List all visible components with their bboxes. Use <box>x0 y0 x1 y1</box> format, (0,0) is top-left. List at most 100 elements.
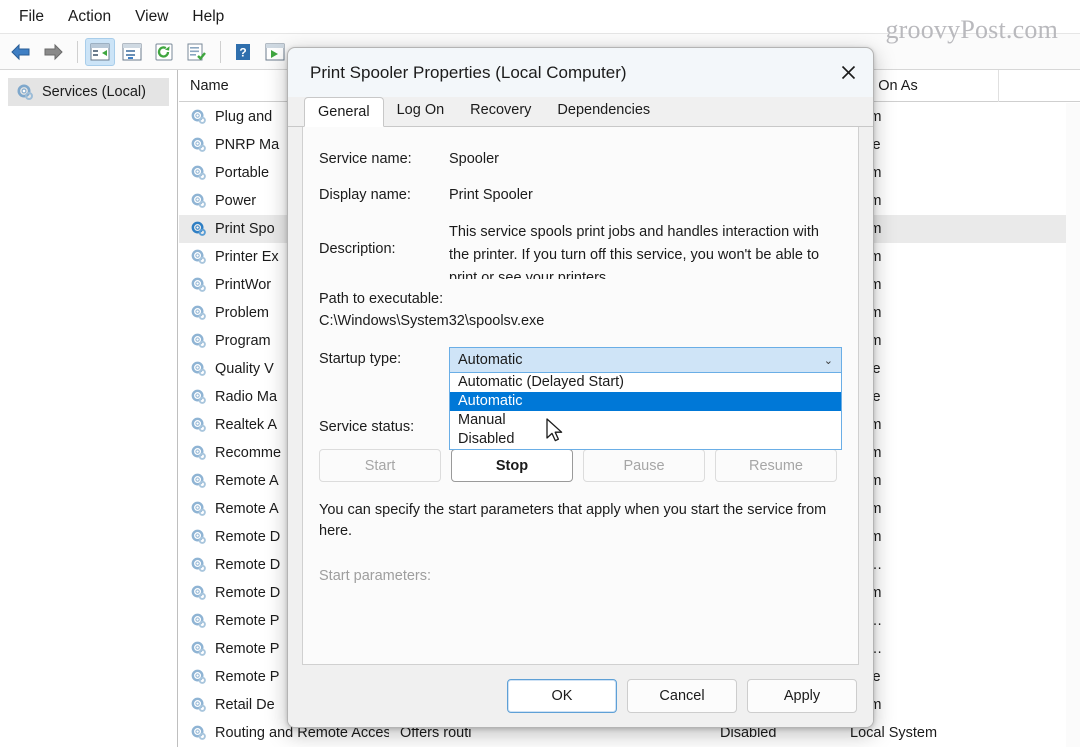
export-list-icon[interactable] <box>181 38 211 66</box>
service-gear-icon <box>190 584 208 602</box>
service-gear-icon <box>190 220 208 238</box>
service-gear-icon <box>190 332 208 350</box>
startup-type-combobox[interactable]: Automatic ⌄ <box>449 347 842 373</box>
startup-type-option[interactable]: Manual <box>450 411 841 430</box>
vertical-scrollbar[interactable] <box>1066 103 1080 747</box>
menu-action[interactable]: Action <box>57 4 122 30</box>
sidebar-item-services-local[interactable]: Services (Local) <box>8 78 169 106</box>
display-name-row: Display name: Print Spooler <box>303 187 858 203</box>
dialog-tab-strip: General Log On Recovery Dependencies <box>288 97 873 127</box>
service-status-label: Service status: <box>319 419 415 435</box>
startup-type-row: Startup type: Automatic ⌄ Automatic (Del… <box>303 347 858 450</box>
service-name-text: Remote A <box>215 501 279 517</box>
path-to-executable-value: C:\Windows\System32\spoolsv.exe <box>319 313 545 329</box>
startup-type-option[interactable]: Automatic <box>450 392 841 411</box>
service-gear-icon <box>190 444 208 462</box>
service-name-text: Remote D <box>215 557 281 573</box>
description-row: Description: This service spools print j… <box>303 221 858 279</box>
forward-arrow-icon[interactable] <box>38 38 68 66</box>
service-name-text: Remote A <box>215 473 279 489</box>
startup-type-option[interactable]: Disabled <box>450 430 841 449</box>
service-gear-icon <box>190 108 208 126</box>
chevron-down-icon: ⌄ <box>823 354 833 367</box>
service-name-text: Remote P <box>215 669 280 685</box>
service-name-text: Printer Ex <box>215 249 279 265</box>
service-name-value: Spooler <box>449 151 499 167</box>
toolbar-separator-2 <box>220 40 221 63</box>
service-name-text: Quality V <box>215 361 274 377</box>
toolbar-separator-1 <box>77 40 78 63</box>
path-to-executable-row: Path to executable: C:\Windows\System32\… <box>303 291 858 329</box>
display-name-value: Print Spooler <box>449 187 533 203</box>
show-hide-console-tree-icon[interactable] <box>85 37 115 66</box>
start-button[interactable]: Start <box>319 449 441 482</box>
display-name-label: Display name: <box>319 187 411 203</box>
service-gear-icon <box>190 612 208 630</box>
service-name-text: Remote D <box>215 529 281 545</box>
service-name-text: Program <box>215 333 271 349</box>
service-gear-icon <box>190 192 208 210</box>
service-gear-icon <box>190 248 208 266</box>
properties-icon[interactable] <box>117 38 147 66</box>
description-label: Description: <box>319 241 396 257</box>
apply-button[interactable]: Apply <box>747 679 857 713</box>
service-gear-icon <box>190 164 208 182</box>
tab-general[interactable]: General <box>304 97 384 127</box>
service-gear-icon <box>190 556 208 574</box>
start-parameters-hint: You can specify the start parameters tha… <box>319 502 827 539</box>
menu-view[interactable]: View <box>124 4 179 30</box>
service-name-text: PrintWor <box>215 277 272 293</box>
service-gear-icon <box>190 276 208 294</box>
startup-type-option[interactable]: Automatic (Delayed Start) <box>450 373 841 392</box>
console-tree-pane: Services (Local) <box>0 70 178 747</box>
service-gear-icon <box>190 304 208 322</box>
path-to-executable-label: Path to executable: <box>319 291 444 307</box>
menu-bar: File Action View Help <box>0 0 1080 34</box>
service-gear-icon <box>190 500 208 518</box>
stop-button[interactable]: Stop <box>451 449 573 482</box>
service-name-text: Power <box>215 193 257 209</box>
dialog-title-bar[interactable]: Print Spooler Properties (Local Computer… <box>288 48 873 97</box>
resume-button[interactable]: Resume <box>715 449 837 482</box>
service-name-text: Recomme <box>215 445 282 461</box>
print-spooler-properties-dialog: Print Spooler Properties (Local Computer… <box>287 47 874 728</box>
service-gear-icon <box>190 472 208 490</box>
startup-type-selected-value: Automatic <box>458 352 523 368</box>
cancel-button[interactable]: Cancel <box>627 679 737 713</box>
tab-recovery[interactable]: Recovery <box>457 96 544 126</box>
service-gear-icon <box>190 136 208 154</box>
service-gear-icon <box>190 668 208 686</box>
help-icon[interactable]: ? <box>228 38 258 66</box>
service-name-text: PNRP Ma <box>215 137 280 153</box>
service-name-text: Remote P <box>215 613 280 629</box>
refresh-icon[interactable] <box>149 38 179 66</box>
service-name-text: Remote D <box>215 585 281 601</box>
startup-type-label: Startup type: <box>319 351 402 367</box>
tab-log-on[interactable]: Log On <box>384 96 458 126</box>
menu-file[interactable]: File <box>8 4 55 30</box>
service-name-text: Print Spo <box>215 221 275 237</box>
service-name-text: Radio Ma <box>215 389 278 405</box>
service-name-text: Realtek A <box>215 417 278 433</box>
service-gear-icon <box>190 696 208 714</box>
close-icon[interactable] <box>825 49 871 96</box>
sidebar-item-label: Services (Local) <box>42 84 146 100</box>
pause-button[interactable]: Pause <box>583 449 705 482</box>
service-name-label: Service name: <box>319 151 412 167</box>
ok-button[interactable]: OK <box>507 679 617 713</box>
tab-dependencies[interactable]: Dependencies <box>544 96 663 126</box>
dialog-footer: OK Cancel Apply <box>288 665 873 727</box>
description-value[interactable]: This service spools print jobs and handl… <box>449 221 858 279</box>
service-gear-icon <box>190 528 208 546</box>
service-name-text: Plug and <box>215 109 273 125</box>
startup-type-combobox-wrapper: Automatic ⌄ Automatic (Delayed Start) Aut… <box>449 347 858 450</box>
service-gear-icon <box>190 724 208 742</box>
service-name-text: Remote P <box>215 641 280 657</box>
service-name-text: Retail De <box>215 697 275 713</box>
general-tab-page: Service name: Spooler Display name: Prin… <box>302 127 859 665</box>
start-service-icon[interactable] <box>260 38 290 66</box>
service-control-buttons: Start Stop Pause Resume <box>303 449 858 482</box>
start-parameters-label: Start parameters: <box>319 568 432 584</box>
back-arrow-icon[interactable] <box>6 38 36 66</box>
menu-help[interactable]: Help <box>181 4 235 30</box>
